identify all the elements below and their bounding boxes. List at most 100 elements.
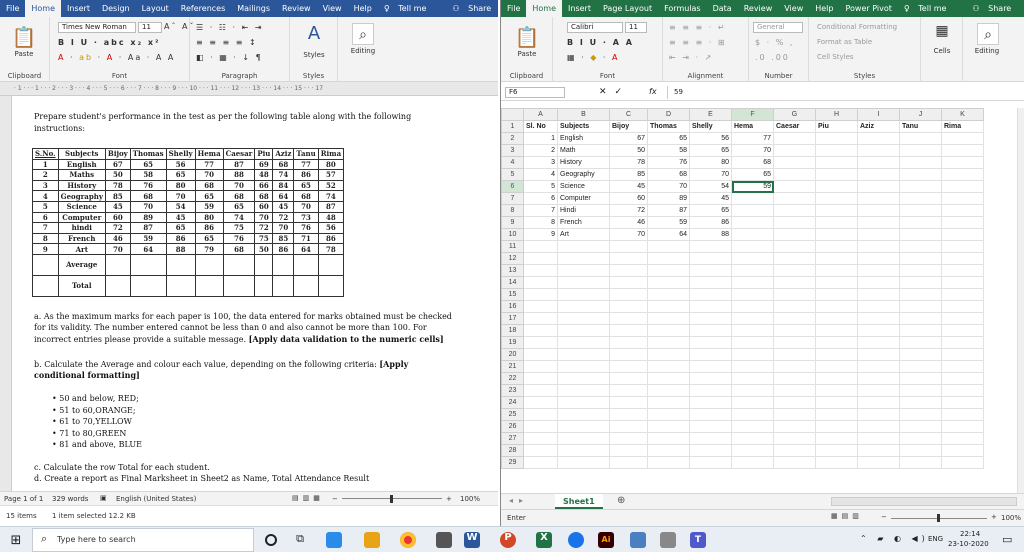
- cell[interactable]: [773, 420, 816, 433]
- cell[interactable]: [647, 444, 690, 457]
- word-taskbar-icon[interactable]: W: [464, 532, 480, 548]
- cell[interactable]: [647, 360, 690, 373]
- new-sheet-button[interactable]: ⊕: [617, 495, 625, 506]
- cell[interactable]: [815, 336, 858, 349]
- cell[interactable]: [773, 276, 816, 289]
- cell[interactable]: [647, 300, 690, 313]
- cell[interactable]: [689, 456, 732, 469]
- cell[interactable]: [731, 300, 774, 313]
- cortana-icon[interactable]: [265, 534, 277, 546]
- cell[interactable]: [899, 240, 942, 253]
- cell[interactable]: 4: [523, 168, 558, 181]
- cell[interactable]: [773, 396, 816, 409]
- system-tray-icons[interactable]: ⌃ ▰ ◐ ◀): [860, 534, 929, 543]
- cell[interactable]: [857, 168, 900, 181]
- cell[interactable]: [899, 348, 942, 361]
- row-header[interactable]: 20: [501, 348, 524, 361]
- cell[interactable]: [815, 216, 858, 229]
- cell[interactable]: [815, 348, 858, 361]
- cell[interactable]: [815, 408, 858, 421]
- cell[interactable]: 78: [609, 156, 648, 169]
- cell[interactable]: Piu: [815, 120, 858, 133]
- cell[interactable]: [647, 252, 690, 265]
- cell[interactable]: [523, 420, 558, 433]
- sheet-tab-sheet1[interactable]: Sheet1: [555, 494, 603, 509]
- cell[interactable]: [899, 156, 942, 169]
- cell[interactable]: 2: [523, 144, 558, 157]
- cell[interactable]: [689, 408, 732, 421]
- excel-tab-power-pivot[interactable]: Power Pivot: [839, 4, 897, 13]
- cell[interactable]: Caesar: [773, 120, 816, 133]
- cell[interactable]: [731, 456, 774, 469]
- cell[interactable]: 3: [523, 156, 558, 169]
- cell[interactable]: [731, 348, 774, 361]
- word-tab-view[interactable]: View: [317, 4, 348, 13]
- cell[interactable]: [857, 348, 900, 361]
- taskbar-search-box[interactable]: ⌕ Type here to search: [32, 528, 254, 552]
- row-header[interactable]: 9: [501, 216, 524, 229]
- cell[interactable]: 87: [647, 204, 690, 217]
- cell[interactable]: [557, 396, 610, 409]
- column-header[interactable]: H: [815, 108, 858, 121]
- cell[interactable]: [815, 264, 858, 277]
- indent-orient-icons[interactable]: ⇤ ⇥ · ↗: [669, 53, 713, 62]
- word-tab-layout[interactable]: Layout: [136, 4, 175, 13]
- cell[interactable]: [857, 264, 900, 277]
- cell[interactable]: [731, 264, 774, 277]
- excel-zoom-out-button[interactable]: −: [881, 513, 887, 521]
- row-header[interactable]: 16: [501, 300, 524, 313]
- cell[interactable]: [815, 384, 858, 397]
- cell[interactable]: 65: [647, 132, 690, 145]
- cell[interactable]: 50: [609, 144, 648, 157]
- row-header[interactable]: 1: [501, 120, 524, 133]
- sheet-nav-arrows[interactable]: ◂▸: [509, 496, 529, 505]
- cell[interactable]: [523, 396, 558, 409]
- cell[interactable]: [815, 288, 858, 301]
- cell[interactable]: [523, 456, 558, 469]
- excel-tab-help[interactable]: Help: [809, 4, 839, 13]
- row-header[interactable]: 8: [501, 204, 524, 217]
- cell[interactable]: [899, 228, 942, 241]
- cell[interactable]: [941, 288, 984, 301]
- notification-icon[interactable]: ▭: [1002, 533, 1012, 546]
- cell[interactable]: [899, 264, 942, 277]
- cell[interactable]: [773, 300, 816, 313]
- cell[interactable]: [647, 432, 690, 445]
- row-header[interactable]: 22: [501, 372, 524, 385]
- cell[interactable]: French: [557, 216, 610, 229]
- cell[interactable]: [731, 432, 774, 445]
- row-header[interactable]: 14: [501, 276, 524, 289]
- cell[interactable]: Bijoy: [609, 120, 648, 133]
- cell[interactable]: [857, 288, 900, 301]
- cell[interactable]: [557, 324, 610, 337]
- cell[interactable]: 77: [731, 132, 774, 145]
- cell[interactable]: [899, 420, 942, 433]
- app-icon-2[interactable]: [630, 532, 646, 548]
- cell[interactable]: [731, 192, 774, 205]
- cell[interactable]: [523, 288, 558, 301]
- cell[interactable]: [941, 300, 984, 313]
- cell[interactable]: [557, 348, 610, 361]
- cell[interactable]: [773, 156, 816, 169]
- cell[interactable]: [557, 420, 610, 433]
- cell[interactable]: Art: [557, 228, 610, 241]
- insert-function-icon[interactable]: fx: [649, 87, 657, 96]
- cell[interactable]: [815, 360, 858, 373]
- cell[interactable]: [815, 204, 858, 217]
- cell[interactable]: 5: [523, 180, 558, 193]
- chrome-icon[interactable]: [400, 532, 416, 548]
- cell[interactable]: [941, 324, 984, 337]
- cell[interactable]: [773, 216, 816, 229]
- cell[interactable]: [609, 264, 648, 277]
- row-header[interactable]: 10: [501, 228, 524, 241]
- excel-paste-button[interactable]: Paste: [507, 50, 547, 58]
- cell[interactable]: [731, 252, 774, 265]
- vertical-scrollbar[interactable]: [1017, 108, 1024, 493]
- row-header[interactable]: 26: [501, 420, 524, 433]
- excel-tab-data[interactable]: Data: [707, 4, 738, 13]
- excel-editing-button[interactable]: Editing: [965, 47, 1009, 55]
- cell[interactable]: Aziz: [857, 120, 900, 133]
- cell[interactable]: [647, 372, 690, 385]
- cell[interactable]: [899, 324, 942, 337]
- cell[interactable]: [941, 192, 984, 205]
